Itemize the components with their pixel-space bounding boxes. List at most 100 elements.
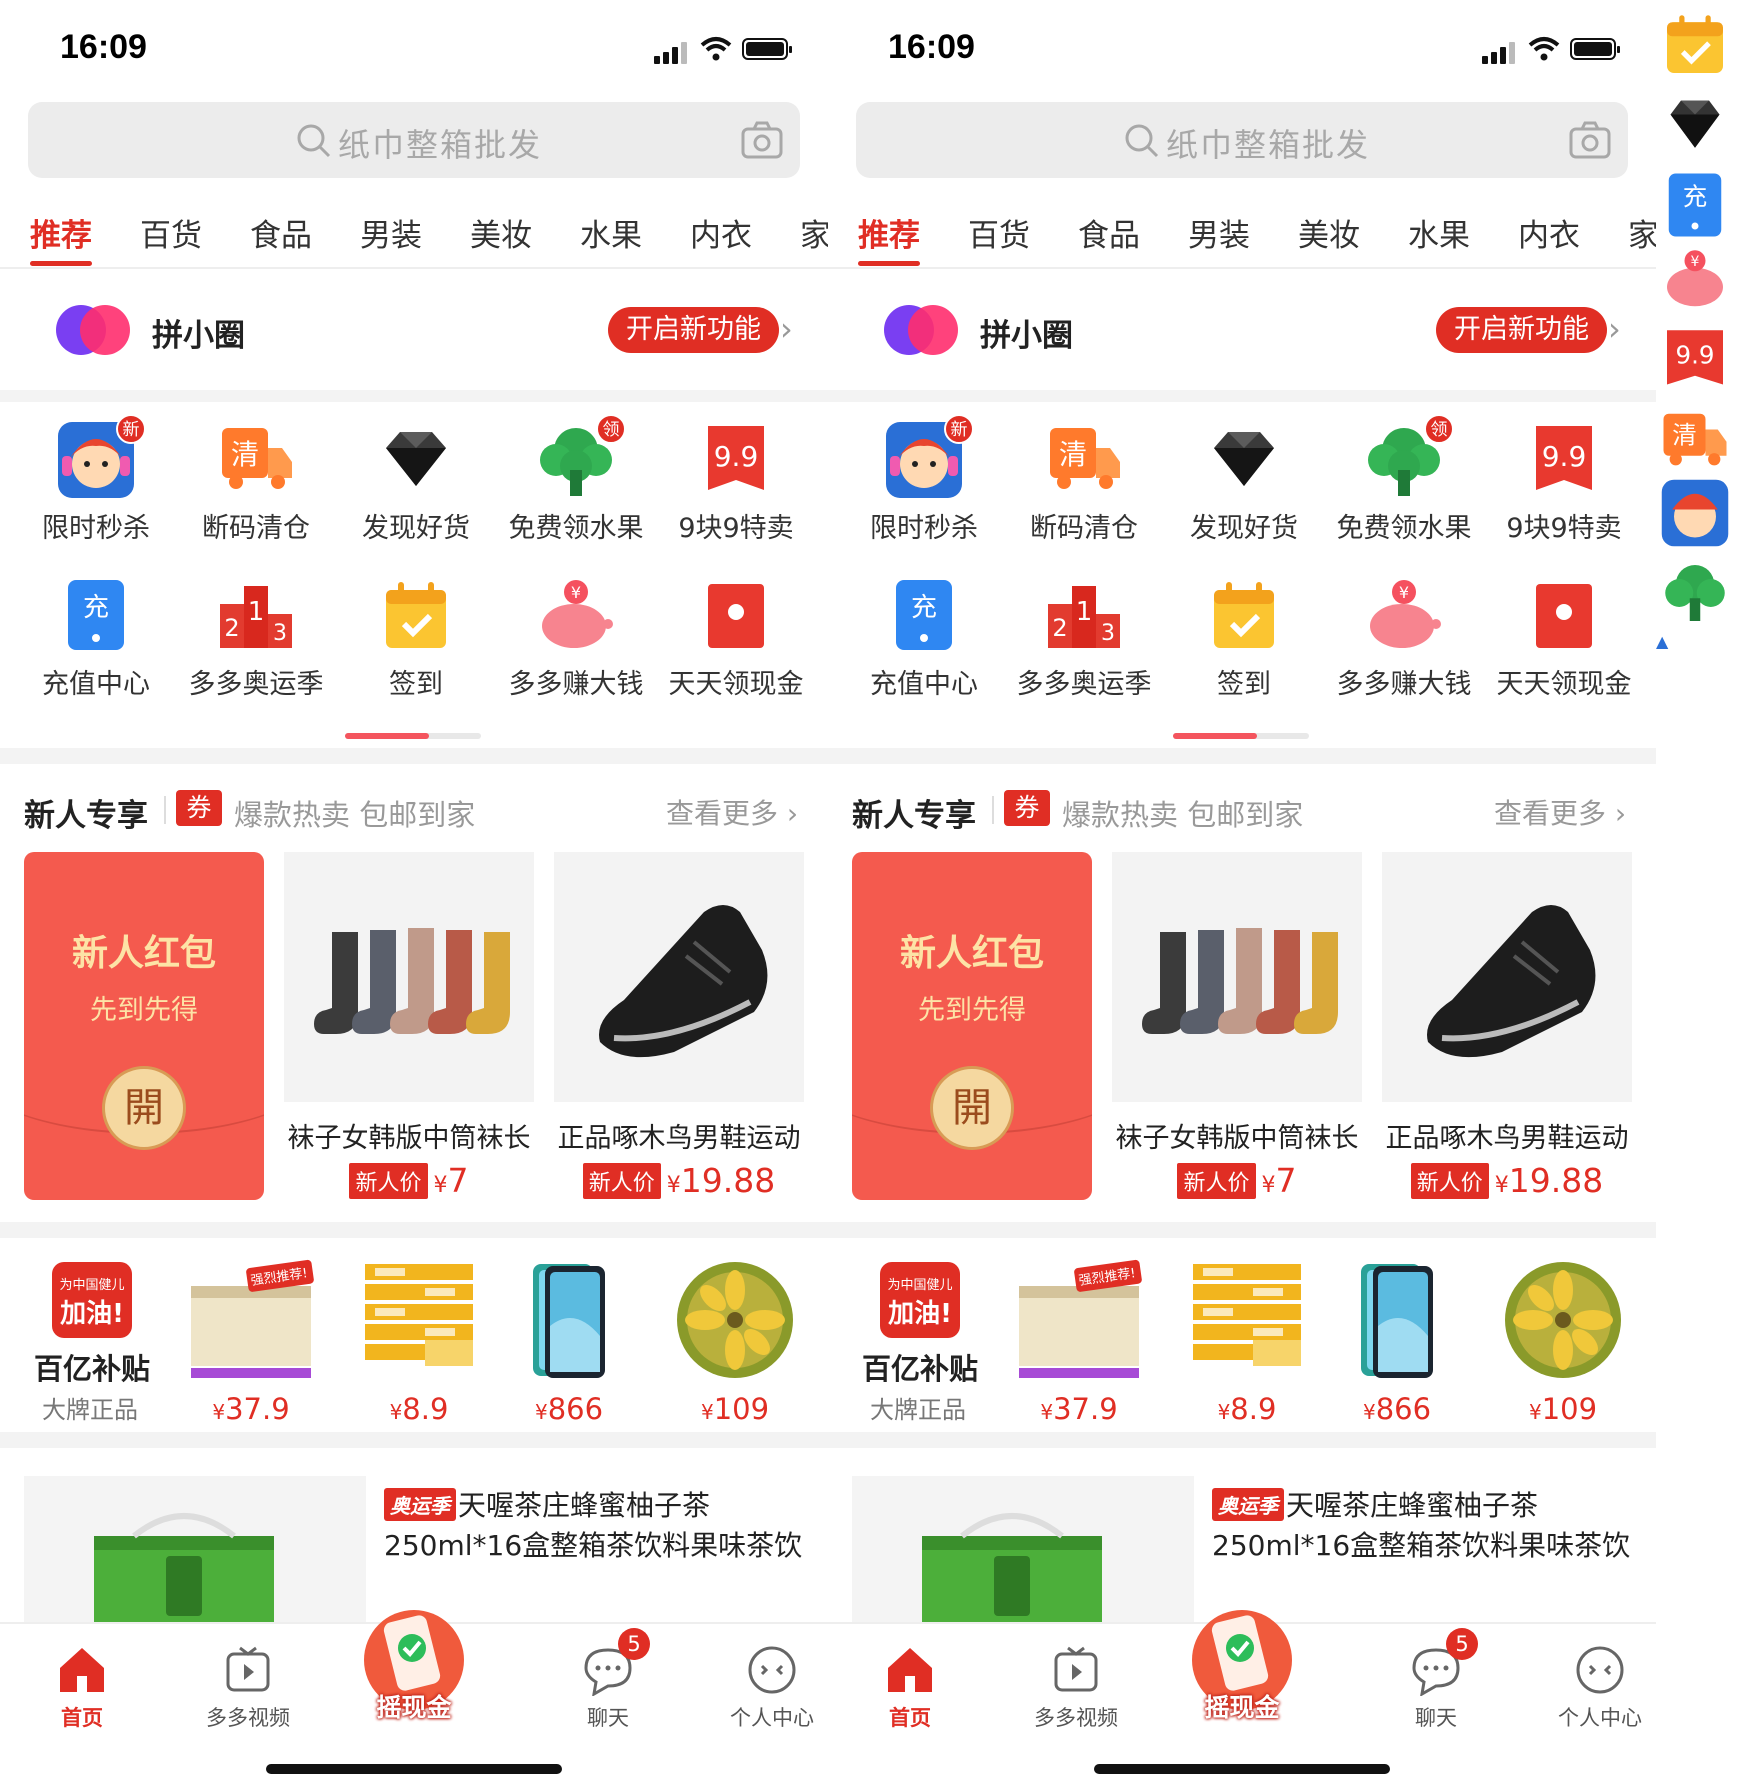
tab-food[interactable]: 食品 (250, 210, 312, 255)
open-red-packet-button[interactable]: 開 (930, 1066, 1014, 1150)
search-bar[interactable]: 纸巾整箱批发 (28, 102, 800, 178)
podium-glyph-3: 3 (273, 621, 287, 646)
grid-item-daily-cash[interactable]: 天天领现金 (1484, 578, 1644, 701)
red-packet-subtitle: 先到先得 (90, 995, 198, 1026)
pinxiaoquan-row[interactable]: 拼小圈 开启新功能 › (0, 270, 828, 390)
tab-video[interactable]: 多多视频 (1006, 1644, 1146, 1732)
product-card-socks[interactable]: 袜子女韩版中筒袜长 新人价 ¥7 (1112, 852, 1362, 1200)
product-card-shoes[interactable]: 正品啄木鸟男鞋运动 新人价 ¥19.88 (1382, 852, 1632, 1200)
search-bar[interactable]: 纸巾整箱批发 (856, 102, 1628, 178)
phone-recharge-icon[interactable]: 充 (1660, 170, 1730, 240)
grid-item-nine-nine[interactable]: 9.9 9块9特卖 (1484, 422, 1644, 545)
subsidy-item[interactable]: ¥866 (1332, 1256, 1462, 1426)
tea-box-icon (922, 1513, 1102, 1630)
tab-chat[interactable]: 5 聊天 (1366, 1628, 1506, 1732)
chevron-right-icon[interactable]: › (1608, 310, 1621, 348)
open-red-packet-button[interactable]: 開 (102, 1066, 186, 1150)
calendar-check-icon[interactable] (1660, 10, 1730, 80)
tab-beauty[interactable]: 美妆 (470, 210, 532, 255)
grid-item-checkin[interactable]: 签到 (336, 578, 496, 701)
search-placeholder[interactable]: 纸巾整箱批发 (1166, 120, 1370, 166)
subsidy-item[interactable]: 强烈推荐! ¥37.9 (186, 1256, 316, 1426)
product-card-socks[interactable]: 袜子女韩版中筒袜长 新人价 ¥7 (284, 852, 534, 1200)
tab-shake-cash[interactable]: 摇现金 (356, 1602, 472, 1722)
tab-label: 多多视频 (1034, 1706, 1118, 1730)
tab-label: 聊天 (1415, 1706, 1457, 1730)
red-envelope-icon (1524, 578, 1604, 654)
grid-item-olympics[interactable]: 213 多多奥运季 (176, 578, 336, 701)
subsidy-item[interactable]: 强烈推荐! ¥37.9 (1014, 1256, 1144, 1426)
piggy-bank-icon[interactable]: ¥ (1660, 245, 1730, 315)
currency-symbol: ¥ (534, 1400, 548, 1424)
tab-menswear[interactable]: 男装 (360, 210, 422, 255)
grid-item-clearance[interactable]: 清 断码清仓 (1004, 422, 1164, 545)
tab-profile[interactable]: 个人中心 (1530, 1644, 1656, 1732)
grid-item-flash-sale[interactable]: 新 限时秒杀 (16, 414, 176, 545)
grid-item-recharge[interactable]: 充 充值中心 (16, 578, 176, 701)
grid-item-nine-nine[interactable]: 9.9 9块9特卖 (656, 422, 816, 545)
subsidy-item[interactable]: ¥109 (1498, 1256, 1628, 1426)
subsidy-item[interactable]: ¥866 (504, 1256, 634, 1426)
tab-home-decor[interactable]: 家装 (1628, 210, 1656, 255)
subsidy-item[interactable]: ¥8.9 (354, 1256, 484, 1426)
clearance-truck-icon[interactable]: 清 (1660, 405, 1730, 475)
tab-recommend[interactable]: 推荐 (858, 210, 920, 255)
flash-sale-icon[interactable] (1660, 478, 1730, 548)
grid-item-checkin[interactable]: 签到 (1164, 578, 1324, 701)
diamond-icon[interactable] (1660, 90, 1730, 160)
product-name: 正品啄木鸟男鞋运动 (557, 1123, 801, 1154)
tab-home-decor[interactable]: 家装 (800, 210, 828, 255)
subsidy-item[interactable]: ¥8.9 (1182, 1256, 1312, 1426)
tab-video[interactable]: 多多视频 (178, 1644, 318, 1732)
grid-item-discover[interactable]: 发现好货 (336, 422, 496, 545)
product-card-shoes[interactable]: 正品啄木鸟男鞋运动 新人价 ¥19.88 (554, 852, 804, 1200)
newcomer-red-packet[interactable]: 新人红包 先到先得 開 (852, 852, 1092, 1200)
pinxiaoquan-row[interactable]: 拼小圈 开启新功能 › (828, 270, 1656, 390)
tab-fruit[interactable]: 水果 (580, 210, 642, 255)
grid-item-recharge[interactable]: 充 充值中心 (844, 578, 1004, 701)
tab-beauty[interactable]: 美妆 (1298, 210, 1360, 255)
home-icon (54, 1644, 110, 1696)
chevron-right-icon[interactable]: › (780, 310, 793, 348)
grid-item-earn-money[interactable]: ¥ 多多赚大钱 (1324, 578, 1484, 701)
flash-sale-icon: 新 (56, 414, 146, 498)
grid-item-olympics[interactable]: 213 多多奥运季 (1004, 578, 1164, 701)
tab-fruit[interactable]: 水果 (1408, 210, 1470, 255)
section-gap (0, 390, 828, 402)
tab-underwear[interactable]: 内衣 (1518, 210, 1580, 255)
tree-icon[interactable] (1660, 558, 1730, 628)
tab-recommend[interactable]: 推荐 (30, 210, 92, 255)
tab-food[interactable]: 食品 (1078, 210, 1140, 255)
enable-feature-button[interactable]: 开启新功能 (1436, 307, 1607, 353)
grid-item-daily-cash[interactable]: 天天领现金 (656, 578, 816, 701)
tab-chat[interactable]: 5 聊天 (538, 1628, 678, 1732)
tab-underwear[interactable]: 内衣 (690, 210, 752, 255)
tissue-stack-icon (355, 1256, 483, 1384)
billion-subsidy-row[interactable]: 为中国健儿 加油! 百亿补贴 大牌正品 强烈推荐! ¥37.9 ¥8.9 ¥86… (828, 1236, 1656, 1432)
search-placeholder[interactable]: 纸巾整箱批发 (338, 120, 542, 166)
newcomer-red-packet[interactable]: 新人红包 先到先得 開 (24, 852, 264, 1200)
subsidy-item[interactable]: ¥109 (670, 1256, 800, 1426)
grid-item-free-fruit[interactable]: 领 免费领水果 (496, 414, 656, 545)
grid-item-flash-sale[interactable]: 新 限时秒杀 (844, 414, 1004, 545)
tab-profile[interactable]: 个人中心 (702, 1644, 828, 1732)
podium-glyph-2: 2 (224, 614, 239, 642)
grid-item-earn-money[interactable]: ¥ 多多赚大钱 (496, 578, 656, 701)
view-more-link[interactable]: 查看更多 › (1494, 792, 1626, 832)
grid-item-discover[interactable]: 发现好货 (1164, 422, 1324, 545)
tab-general-goods[interactable]: 百货 (968, 210, 1030, 255)
grid-item-clearance[interactable]: 清 断码清仓 (176, 422, 336, 545)
tab-home[interactable]: 首页 (840, 1644, 980, 1732)
tab-shake-cash[interactable]: 摇现金 (1184, 1602, 1300, 1722)
tab-general-goods[interactable]: 百货 (140, 210, 202, 255)
billion-subsidy-row[interactable]: 为中国健儿 加油! 百亿补贴 大牌正品 强烈推荐! ¥37.9 ¥8.9 ¥86… (0, 1236, 828, 1432)
view-more-link[interactable]: 查看更多 › (666, 792, 798, 832)
nine-nine-icon[interactable]: 9.9 (1660, 325, 1730, 395)
camera-icon[interactable] (1568, 120, 1612, 160)
grid-item-free-fruit[interactable]: 领 免费领水果 (1324, 414, 1484, 545)
tab-menswear[interactable]: 男装 (1188, 210, 1250, 255)
camera-icon[interactable] (740, 120, 784, 160)
tab-home[interactable]: 首页 (12, 1644, 152, 1732)
enable-feature-button[interactable]: 开启新功能 (608, 307, 779, 353)
tab-label: 个人中心 (1558, 1706, 1642, 1730)
